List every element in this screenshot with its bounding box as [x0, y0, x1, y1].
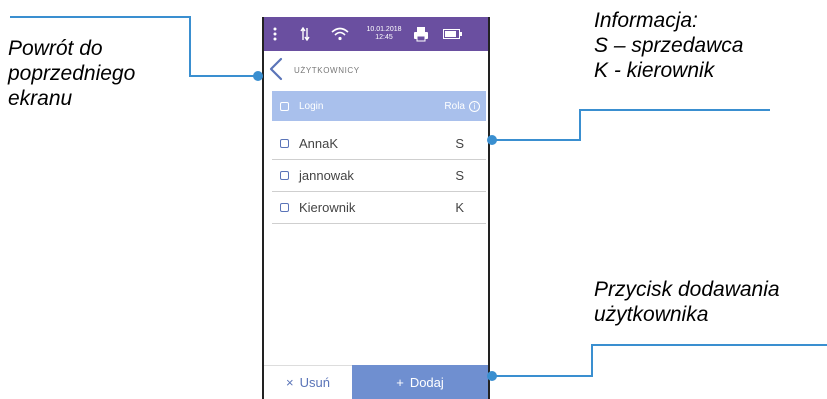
wifi-icon	[328, 17, 352, 51]
header-login: Login	[299, 100, 324, 112]
annotation-add: Przycisk dodawania użytkownika	[594, 277, 780, 327]
annotation-back: Powrót do poprzedniego ekranu	[8, 36, 135, 111]
delete-button[interactable]: × Usuń	[264, 365, 352, 399]
leader-line-info	[492, 109, 770, 141]
back-chevron-icon[interactable]	[268, 57, 284, 81]
info-icon[interactable]: i	[469, 100, 480, 112]
add-label: Dodaj	[409, 374, 444, 390]
row-checkbox[interactable]	[280, 202, 289, 212]
printer-icon	[412, 17, 430, 51]
status-datetime: 10.01.2018 12:45	[362, 17, 406, 51]
user-login: Kierownik	[299, 199, 356, 215]
row-checkbox[interactable]	[280, 138, 289, 148]
annotation-back-line: poprzedniego	[8, 62, 136, 85]
screen-title: UŻYTKOWNICY	[294, 66, 360, 75]
annotation-back-line: Powrót do	[8, 37, 103, 60]
status-bar: 10.01.2018 12:45	[264, 17, 488, 51]
user-role: S	[455, 135, 464, 151]
leader-line-add	[492, 344, 827, 377]
user-login: AnnaK	[299, 135, 339, 151]
header-role: Rola	[444, 100, 465, 112]
close-icon: ×	[286, 375, 294, 390]
menu-dots-icon[interactable]	[270, 17, 280, 51]
annotation-back-line: ekranu	[8, 87, 73, 110]
user-row[interactable]: jannowak S	[272, 159, 486, 192]
row-checkbox[interactable]	[280, 170, 289, 180]
device-screen: 10.01.2018 12:45 UŻYTKOWNICY Login Rola …	[262, 17, 490, 399]
battery-icon	[442, 17, 464, 51]
annotation-add-line: Przycisk dodawania	[594, 278, 780, 301]
data-transfer-icon	[298, 17, 312, 51]
table-header[interactable]: Login Rola i	[272, 91, 486, 121]
delete-label: Usuń	[299, 375, 330, 390]
user-role: K	[455, 199, 464, 215]
bottom-action-bar: × Usuń + Dodaj	[264, 365, 488, 399]
user-row[interactable]: AnnaK S	[272, 127, 486, 160]
plus-icon: +	[396, 374, 404, 390]
status-date: 10.01.2018	[366, 26, 402, 33]
annotation-add-line: użytkownika	[594, 303, 709, 326]
annotation-info: Informacja: S – sprzedawca K - kierownik	[594, 8, 743, 83]
annotation-info-line: Informacja:	[594, 9, 698, 32]
annotation-info-line: S – sprzedawca	[594, 34, 744, 57]
user-row[interactable]: Kierownik K	[272, 191, 486, 224]
user-role: S	[455, 167, 464, 183]
add-user-button[interactable]: + Dodaj	[352, 365, 488, 399]
status-time: 12:45	[375, 34, 393, 41]
title-bar: UŻYTKOWNICY	[264, 51, 488, 89]
user-login: jannowak	[299, 167, 354, 183]
select-all-checkbox[interactable]	[280, 101, 289, 111]
annotation-info-line: K - kierownik	[594, 59, 715, 82]
